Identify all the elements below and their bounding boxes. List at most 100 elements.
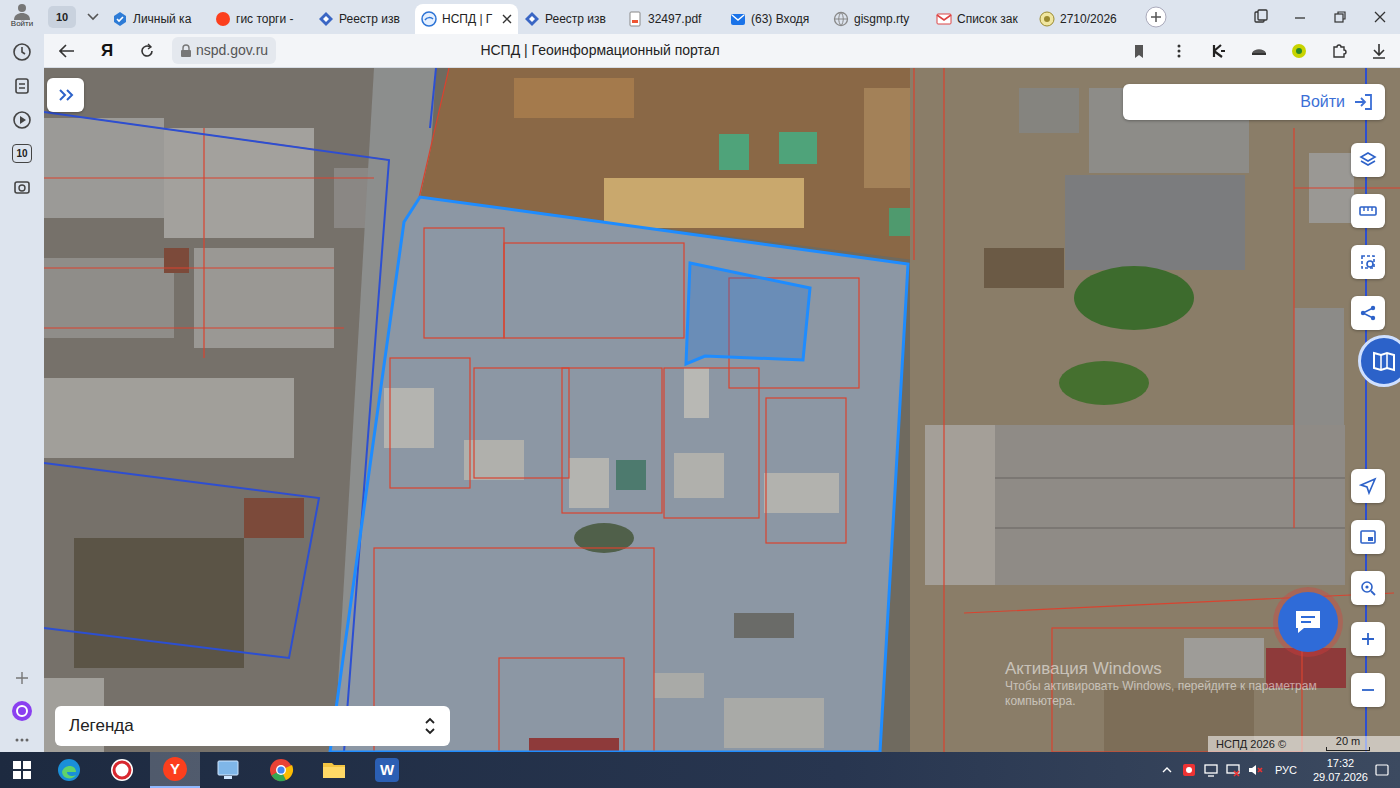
extension-k-button[interactable] xyxy=(1204,36,1234,66)
download-button[interactable] xyxy=(1364,36,1394,66)
tabs-menu[interactable] xyxy=(80,3,106,31)
taskbar-app[interactable] xyxy=(44,752,94,788)
profile-button[interactable]: Войти xyxy=(11,2,33,28)
taskbar-app[interactable] xyxy=(203,752,253,788)
more-icon[interactable] xyxy=(14,736,30,744)
login-label[interactable]: Войти xyxy=(1300,90,1345,114)
restore-icon xyxy=(1332,9,1348,25)
locate-arrow-button[interactable] xyxy=(1351,469,1385,503)
browser-tab[interactable]: НСПД | Г xyxy=(415,4,518,34)
restore-button[interactable] xyxy=(1320,0,1360,34)
url-text[interactable]: nspd.gov.ru xyxy=(196,40,268,61)
volume-muted-icon[interactable] xyxy=(1247,762,1263,778)
layers-button[interactable] xyxy=(1351,143,1385,177)
browser-tab[interactable]: гис торги - xyxy=(209,4,312,34)
yandex-app-icon[interactable]: Y xyxy=(163,757,187,781)
edge-app-icon xyxy=(56,757,82,783)
network-icon[interactable] xyxy=(1203,762,1219,778)
expand-panel-button[interactable] xyxy=(47,78,84,112)
globe-favicon-icon xyxy=(833,11,849,27)
registry-favicon-icon xyxy=(318,11,334,27)
extension-hat-button[interactable] xyxy=(1244,36,1274,66)
browser-tab[interactable]: Личный ка xyxy=(106,4,209,34)
new-tab-button[interactable] xyxy=(1136,0,1176,34)
taskbar-app[interactable] xyxy=(309,752,359,788)
profile-label[interactable]: Войти xyxy=(11,20,33,28)
taskbar-app[interactable]: W xyxy=(362,752,412,788)
close-tab-icon[interactable] xyxy=(502,14,512,24)
language-indicator[interactable]: РУС xyxy=(1275,762,1297,779)
network-off-icon[interactable] xyxy=(1225,762,1241,778)
layers-icon xyxy=(1359,151,1377,169)
yandex-button[interactable]: Я xyxy=(92,36,122,66)
browser-tab[interactable]: (63) Входя xyxy=(724,4,827,34)
tab-collections-button[interactable] xyxy=(1240,0,1280,34)
sidebar-counter[interactable]: 10 xyxy=(12,144,32,163)
ruler-button[interactable] xyxy=(1351,194,1385,228)
kebab-menu-button[interactable] xyxy=(1164,36,1194,66)
tab-label[interactable]: 2710/2026 xyxy=(1060,10,1130,28)
taskbar-app[interactable]: Y xyxy=(150,752,200,788)
browser-tab[interactable]: 32497.pdf xyxy=(621,4,724,34)
bookmark-icon xyxy=(1131,43,1147,59)
back-button[interactable] xyxy=(52,36,82,66)
address-bar: Яnspd.gov.ruНСПД | Геоинформационный пор… xyxy=(44,34,1400,68)
start-button[interactable] xyxy=(0,752,44,788)
extension-circle-button[interactable] xyxy=(1284,36,1314,66)
taskbar-app[interactable] xyxy=(256,752,306,788)
zoom-in-button[interactable] xyxy=(1351,622,1385,656)
minimize-button[interactable] xyxy=(1280,0,1320,34)
reload-icon xyxy=(139,43,155,59)
notes-icon[interactable] xyxy=(12,76,32,96)
bookmark-button[interactable] xyxy=(1124,36,1154,66)
extensions-puzzle-button[interactable] xyxy=(1324,36,1354,66)
chat-button[interactable] xyxy=(1278,592,1338,652)
browser-tab[interactable]: Реестр изв xyxy=(312,4,415,34)
tab-label[interactable]: Реестр изв xyxy=(339,10,409,28)
tab-label[interactable]: 32497.pdf xyxy=(648,10,718,28)
yandex-logo[interactable]: Я xyxy=(101,38,113,64)
tab-label[interactable]: Список зак xyxy=(957,10,1027,28)
tab-label[interactable]: Реестр изв xyxy=(545,10,615,28)
alice-icon[interactable] xyxy=(11,700,33,722)
share-button[interactable] xyxy=(1351,296,1385,330)
tab-label[interactable]: (63) Входя xyxy=(751,10,821,28)
url-field[interactable]: nspd.gov.ru xyxy=(172,37,276,64)
taskbar-app[interactable] xyxy=(97,752,147,788)
play-icon[interactable] xyxy=(12,110,32,130)
tab-label[interactable]: gisgmp.rty xyxy=(854,10,924,28)
browser-tab[interactable]: 2710/2026 xyxy=(1033,4,1136,34)
tab-label[interactable]: НСПД | Г xyxy=(442,10,497,28)
notifications-icon[interactable] xyxy=(1374,762,1390,778)
close-window-button[interactable] xyxy=(1360,0,1400,34)
system-tray: РУС 17:3229.07.2026 xyxy=(1159,756,1400,785)
add-panel-icon[interactable] xyxy=(14,670,30,686)
picture-in-picture-button[interactable] xyxy=(1351,520,1385,554)
zoom-out-button[interactable] xyxy=(1351,673,1385,707)
clock-time[interactable]: 17:32 xyxy=(1327,756,1355,770)
clock[interactable]: 17:3229.07.2026 xyxy=(1313,756,1368,785)
tray-expand-icon[interactable] xyxy=(1159,762,1175,778)
browser-tab[interactable]: gisgmp.rty xyxy=(827,4,930,34)
browser-tab[interactable]: Список зак xyxy=(930,4,1033,34)
tab-label[interactable]: Личный ка xyxy=(133,10,203,28)
login-button[interactable]: Войти xyxy=(1123,84,1385,120)
map-view[interactable]: Войти Активация WindowsЧтобы активировать… xyxy=(44,68,1400,752)
reload-button[interactable] xyxy=(132,36,162,66)
legend-panel[interactable]: Легенда xyxy=(55,706,450,746)
activation-watermark: Активация WindowsЧтобы активировать Wind… xyxy=(1005,658,1317,709)
extension-hat-icon xyxy=(1251,43,1267,59)
area-select-button[interactable] xyxy=(1351,245,1385,279)
windows-logo-icon xyxy=(13,761,31,779)
tab-counter[interactable]: 10 xyxy=(48,6,76,28)
double-chevron-icon xyxy=(58,88,74,102)
camera-icon[interactable] xyxy=(12,177,32,197)
tray-app-icon[interactable] xyxy=(1181,762,1197,778)
clock-date[interactable]: 29.07.2026 xyxy=(1313,770,1368,784)
legend-label[interactable]: Легенда xyxy=(69,713,134,739)
word-app-icon[interactable]: W xyxy=(375,758,399,782)
tab-label[interactable]: гис торги - xyxy=(236,10,306,28)
browser-tab[interactable]: Реестр изв xyxy=(518,4,621,34)
history-icon[interactable] xyxy=(12,42,32,62)
search-place-button[interactable] xyxy=(1351,571,1385,605)
